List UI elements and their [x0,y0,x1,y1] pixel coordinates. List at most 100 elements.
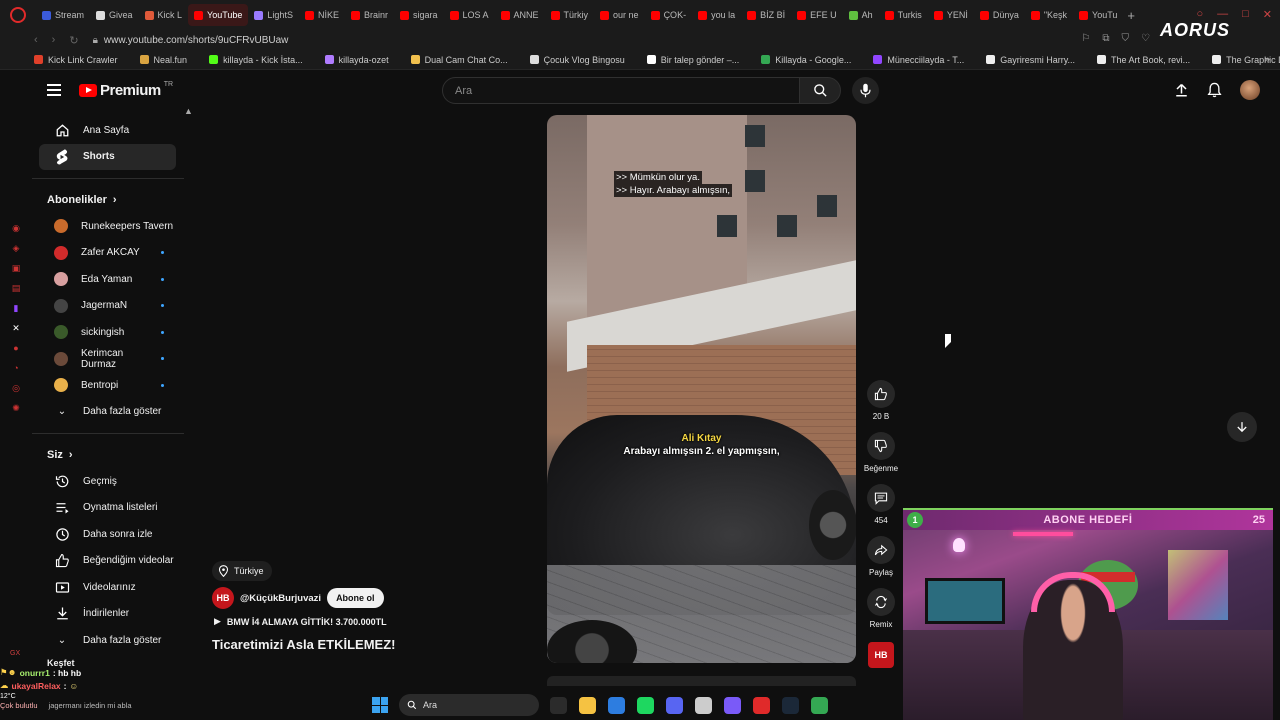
sidebar-item-home[interactable]: Ana Sayfa [39,117,176,144]
bookmark-item[interactable]: The Art Book, revi... [1097,55,1190,65]
close-window-icon[interactable]: ✕ [1263,8,1272,21]
windows-start-icon[interactable] [372,697,388,713]
browser-tab[interactable]: YouTu [1073,4,1123,26]
show-more-subscriptions[interactable]: ⌄ Daha fazla göster [39,399,176,426]
comments-button[interactable] [867,484,895,512]
browser-tab[interactable]: Ah [843,4,879,26]
hamburger-menu-icon[interactable] [47,84,61,96]
snapshot-icon[interactable]: ⧉ [1102,33,1109,44]
browser-tab[interactable]: ÇOK- [645,4,693,26]
taskbar-app-icon[interactable] [666,696,683,714]
you-header[interactable]: Siz › [32,442,184,468]
upload-icon[interactable] [1174,83,1189,98]
share-button[interactable] [867,536,895,564]
bookmark-item[interactable]: Gayriresmi Harry... [986,55,1075,65]
bookmark-item[interactable]: Dual Cam Chat Co... [410,55,508,65]
taskbar-app-icon[interactable] [608,696,625,714]
url-field[interactable]: www.youtube.com/shorts/9uCFRvUBUaw [104,35,289,46]
music-icon[interactable]: ● [10,342,22,354]
browser-tab[interactable]: NİKE [299,4,345,26]
next-short-preview[interactable] [547,676,856,686]
sidebar-item-gec-mis[interactable]: Geçmiş [39,468,176,495]
heart-icon[interactable]: ♡ [1141,33,1150,44]
settings-side-icon[interactable]: ✺ [10,402,22,414]
subscriptions-header[interactable]: Abonelikler › [32,187,184,213]
browser-tab[interactable]: Kick L [139,4,189,26]
subscribe-button[interactable]: Abone ol [327,588,384,608]
browser-tab[interactable]: EFE U [791,4,843,26]
voice-search-button[interactable] [852,77,879,104]
bookmark-item[interactable]: killayda - Kick İsta... [209,55,303,65]
browser-tab[interactable]: BİZ Bİ [741,4,791,26]
bookmarks-more-icon[interactable]: » [1264,54,1270,65]
x-icon[interactable]: ✕ [10,322,22,334]
taskbar-app-icon[interactable] [724,696,741,714]
sidebar-item-daha-sonra-izle[interactable]: Daha sonra izle [39,521,176,548]
channel-avatar[interactable]: HB [212,587,234,609]
opera-logo-icon[interactable] [10,7,26,23]
browser-tab[interactable]: Dünya [974,4,1025,26]
pin-icon[interactable]: ⚐ [1081,33,1090,44]
browser-tab[interactable]: Stream [36,4,90,26]
show-more-you[interactable]: ⌄ Daha fazla göster [39,627,176,654]
forward-icon[interactable]: › [52,34,56,46]
browser-tab[interactable]: Turkis [879,4,928,26]
back-icon[interactable]: ‹ [34,34,38,46]
browser-tab[interactable]: ANNE [495,4,545,26]
browser-tab[interactable]: YENİ [928,4,974,26]
browser-tab[interactable]: LOS A [444,4,495,26]
taskbar-app-icon[interactable] [550,696,567,714]
bookmark-item[interactable]: Münecciilayda - T... [873,55,964,65]
taskbar-app-icon[interactable] [695,696,712,714]
bookmark-item[interactable]: killayda-ozet [324,55,389,65]
sidebar-scroll-up-icon[interactable]: ▲ [184,106,193,116]
sidebar-subscription-kerimcan-durmaz[interactable]: Kerimcan Durmaz [39,346,176,373]
browser-tab[interactable]: you la [692,4,741,26]
taskbar-app-icon[interactable] [753,696,770,714]
bookmark-item[interactable]: Çocuk Vlog Bingosu [529,55,625,65]
sidebar-item-oynatma-listeleri[interactable]: Oynatma listeleri [39,495,176,522]
aria-icon[interactable]: ◉ [10,222,22,234]
related-video-link[interactable]: ▶ BMW İ4 ALMAYA GİTTİK! 3.700.000TL [214,616,387,627]
sidebar-subscription-eda-yaman[interactable]: Eda Yaman [39,266,176,293]
account-avatar[interactable] [1240,80,1260,100]
dislike-button[interactable] [867,432,895,460]
bookmark-item[interactable]: Kick Link Crawler [34,55,118,65]
browser-tab[interactable]: YouTube [188,4,249,26]
speed-dial-icon[interactable]: ◎ [10,382,22,394]
notifications-bell-icon[interactable] [1207,82,1222,98]
browser-tab[interactable]: our ne [594,4,645,26]
browser-tab[interactable]: LightS [248,4,299,26]
player-icon[interactable]: ▣ [10,262,22,274]
youtube-premium-logo[interactable]: Premium TR [79,81,173,99]
taskbar-app-icon[interactable] [579,696,596,714]
next-short-button[interactable] [1227,412,1257,442]
sidebar-subscription-runekeepers-tavern[interactable]: Runekeepers Tavern [39,213,176,240]
taskbar-app-icon[interactable] [637,696,654,714]
browser-tab[interactable]: Brainr [345,4,394,26]
bookmark-item[interactable]: Bir talep gönder –... [646,55,739,65]
search-button[interactable] [799,77,841,104]
sidebar-subscription-bentropi[interactable]: Bentropi [39,372,176,399]
twitch-icon[interactable]: ▮ [10,302,22,314]
bookmark-item[interactable]: Neal.fun [139,55,187,65]
taskbar-search[interactable]: Ara [399,694,539,716]
browser-tab[interactable]: sigara [394,4,444,26]
channel-mini-avatar[interactable]: HB [868,642,894,668]
taskbar-app-icon[interactable] [811,696,828,714]
browser-tab[interactable]: Givea [90,4,139,26]
reload-icon[interactable]: ↻ [69,34,78,47]
shorts-video-player[interactable]: >> Mümkün olur ya. >> Hayır. Arabayı alm… [547,115,856,663]
sidebar-item-i-ndirilenler[interactable]: İndirilenler [39,601,176,628]
sidebar-item-videolar-n-z[interactable]: Videolarınız [39,574,176,601]
history-side-icon[interactable]: ◔ [10,362,22,374]
shield-icon[interactable]: ⛉ [1122,33,1130,44]
location-chip[interactable]: Türkiye [212,561,272,581]
sidebar-item-shorts[interactable]: Shorts [39,143,176,170]
messages-icon[interactable]: ▤ [10,282,22,294]
extensions-icon[interactable]: ◈ [10,242,22,254]
taskbar-app-icon[interactable] [782,696,799,714]
browser-tab[interactable]: Türkiy [545,4,595,26]
sidebar-subscription-sickingish[interactable]: sickingish [39,319,176,346]
bookmark-item[interactable]: Killayda - Google... [761,55,851,65]
